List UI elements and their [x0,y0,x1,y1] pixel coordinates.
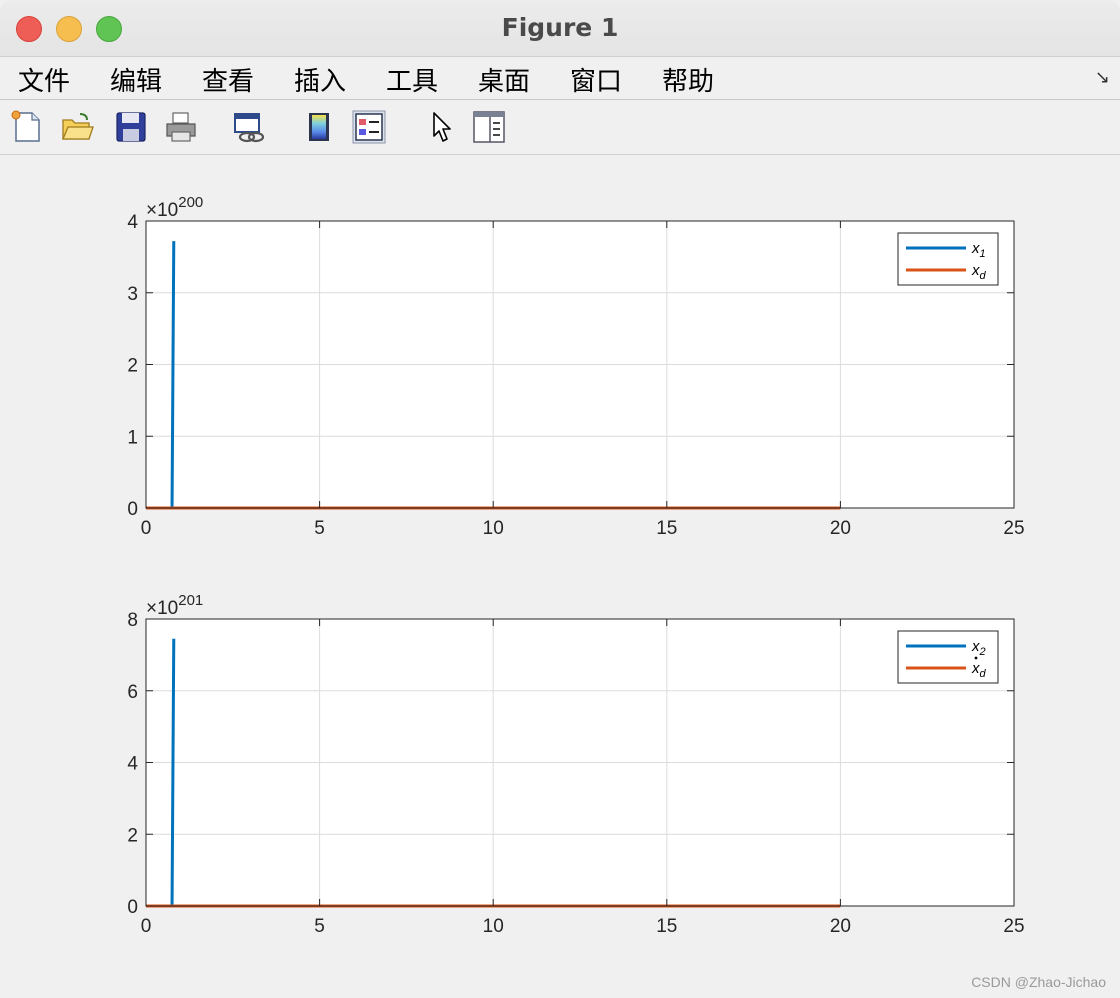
y-tick-label: 1 [127,427,138,448]
menu-window[interactable]: 窗口 [570,61,622,98]
x-tick-label: 10 [483,518,504,539]
figure-window: Figure 1 文件 编辑 查看 插入 工具 桌面 窗口 帮助 ↘ 0 5 1… [0,0,1120,998]
legend: x1xd [897,232,999,286]
colorbar-icon[interactable] [302,110,336,144]
x-tick-label: 0 [141,916,152,937]
x-tick-label: 0 [141,518,152,539]
x-tick-label: 25 [1003,916,1024,937]
axes-1: 0 5 10 15 20 25 0 1 2 3 4 ×10200 x1xd [127,194,1024,539]
y-tick-label: 8 [127,610,138,631]
y-tick-label: 2 [127,356,138,377]
legend: x2xd [897,630,999,684]
y-tick-label: 4 [127,212,138,233]
y-tick-label: 0 [127,499,138,520]
print-icon[interactable] [164,110,198,144]
y-exponent-label: ×10201 [146,592,203,619]
x-tick-label: 20 [830,916,851,937]
x-tick-label: 15 [656,916,677,937]
legend-icon[interactable] [352,110,386,144]
x-tick-label: 5 [314,518,325,539]
x-tick-label: 10 [483,916,504,937]
menu-insert[interactable]: 插入 [294,61,346,98]
x-tick-label: 15 [656,518,677,539]
link-plot-icon[interactable] [232,110,266,144]
y-tick-label: 0 [127,897,138,918]
y-exponent-label: ×10200 [146,194,203,221]
y-tick-label: 4 [127,754,138,775]
menu-tools[interactable]: 工具 [386,61,438,98]
edit-plot-icon[interactable] [426,110,460,144]
y-tick-label: 3 [127,284,138,305]
menu-view[interactable]: 查看 [202,61,254,98]
x-tick-label: 5 [314,916,325,937]
menu-bar: 文件 编辑 查看 插入 工具 桌面 窗口 帮助 ↘ [0,57,1120,100]
menu-desktop[interactable]: 桌面 [478,61,530,98]
menu-file[interactable]: 文件 [18,61,70,98]
open-file-icon[interactable] [60,110,94,144]
legend-dot-accent [974,656,978,660]
plot-area: 0 5 10 15 20 25 0 1 2 3 4 ×10200 x1 xd 0 5 10 15 20 25 0 2 4 6 8… [0,155,1120,998]
toolbar [0,100,1120,155]
property-inspector-icon[interactable] [472,110,506,144]
new-figure-icon[interactable] [10,110,44,144]
menu-edit[interactable]: 编辑 [110,61,162,98]
menu-help[interactable]: 帮助 [662,61,714,98]
watermark: CSDN @Zhao-Jichao [971,974,1106,990]
x-tick-label: 25 [1003,518,1024,539]
y-tick-label: 2 [127,825,138,846]
x-tick-label: 20 [830,518,851,539]
axes-2: 0 5 10 15 20 25 0 2 4 6 8 ×10201 x2xd [127,592,1024,937]
title-bar: Figure 1 [0,0,1120,57]
window-title: Figure 1 [501,13,619,42]
save-icon[interactable] [114,110,148,144]
figure-canvas: 0 5 10 15 20 25 0 1 2 3 4 ×10200 x1xd 0 5 10 15 20 25 0 2 4 6 8… [127,194,1024,937]
y-tick-label: 6 [127,682,138,703]
undock-arrow-icon[interactable]: ↘ [1095,67,1110,88]
